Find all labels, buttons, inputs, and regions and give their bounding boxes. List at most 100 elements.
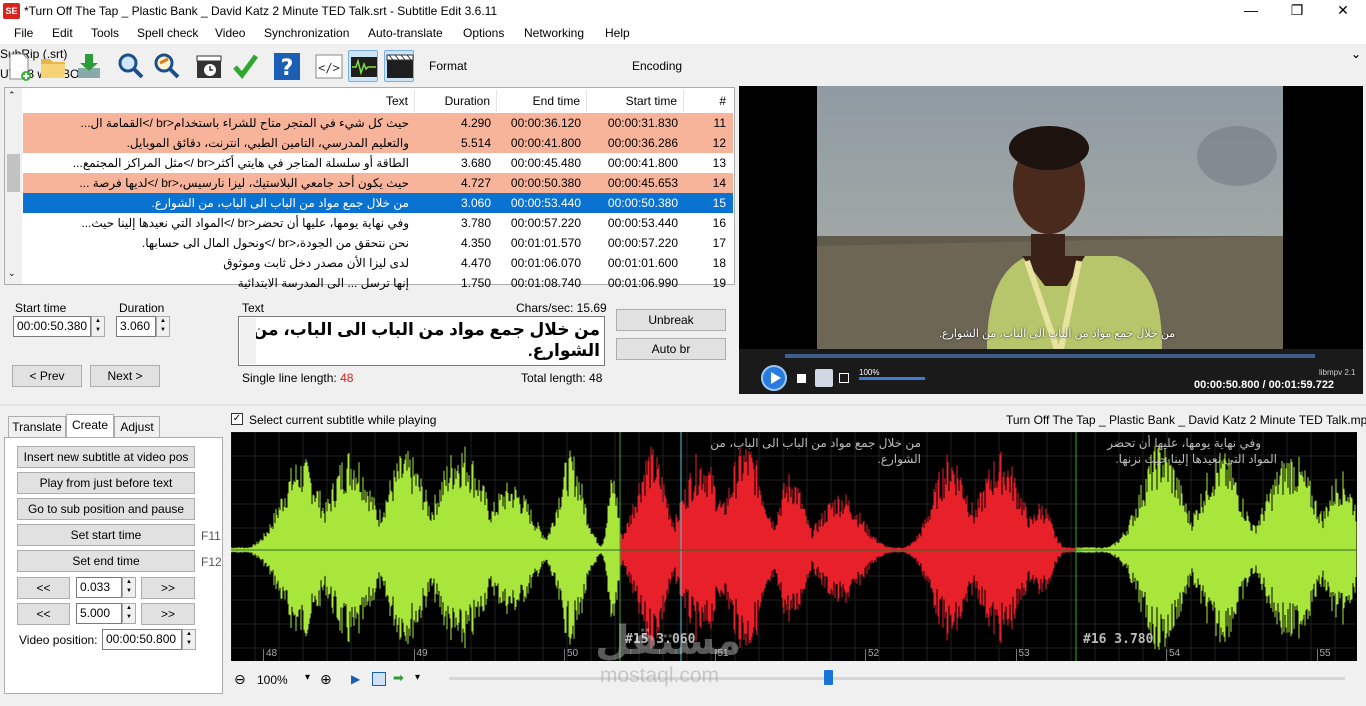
play-before-text-button[interactable]: Play from just before text	[17, 472, 195, 494]
waveform[interactable]: من خلال جمع مواد من الباب الى الباب، من …	[231, 432, 1357, 661]
step-forward-button-1[interactable]: >>	[141, 577, 195, 599]
fullscreen-icon[interactable]	[839, 373, 849, 383]
menu-file[interactable]: File	[14, 26, 33, 40]
tick-mark	[413, 649, 415, 661]
help-icon[interactable]: ?	[272, 50, 302, 82]
save-download-icon[interactable]	[74, 50, 104, 82]
start-time-spinner[interactable]: ▲ ▼	[91, 316, 105, 337]
waveform-scroll-track[interactable]	[449, 677, 1345, 680]
set-end-time-button[interactable]: Set end time	[17, 550, 195, 572]
splitter[interactable]	[0, 404, 1366, 406]
stop-icon[interactable]	[797, 374, 806, 383]
step-back-button-2[interactable]: <<	[17, 603, 70, 625]
new-file-icon[interactable]	[4, 50, 34, 82]
close-icon[interactable]: ✕	[1320, 0, 1366, 22]
scroll-thumb[interactable]	[7, 154, 20, 192]
chevron-down-icon[interactable]: ▾	[305, 672, 310, 683]
table-row[interactable]: من خلال جمع مواد من الباب الى الباب، من …	[23, 193, 733, 213]
step-field-1[interactable]: 0.033	[76, 577, 122, 598]
table-row[interactable]: حيث يكون أحد جامعي البلاستيك، ليزا نارسي…	[23, 173, 733, 193]
select-while-playing-checkbox[interactable]: ✓	[231, 413, 243, 425]
watermark-url: mostaql.com	[600, 664, 720, 687]
table-row[interactable]: لدى ليزا الأن مصدر دخل ثابت وموثوق 4.470 0…	[23, 253, 733, 273]
volume-icon[interactable]	[815, 369, 833, 387]
table-row[interactable]: الطاقة أو سلسلة المتاجر في هايتي أكثر<br…	[23, 153, 733, 173]
menu-video[interactable]: Video	[215, 26, 245, 40]
menu-edit[interactable]: Edit	[52, 26, 73, 40]
waveform-scroll-thumb[interactable]	[824, 670, 833, 685]
table-row[interactable]: والتعليم المدرسي، التامين الطبي، انترنت،…	[23, 133, 733, 153]
step-field-2[interactable]: 5.000	[76, 603, 122, 624]
zoom-in-icon[interactable]: ⊕	[320, 671, 332, 688]
spell-check-icon[interactable]	[230, 50, 260, 82]
menu-help[interactable]: Help	[605, 26, 630, 40]
cell-text: إنها ترسل ... الى المدرسة الابتدائية	[237, 276, 409, 290]
menu-synchronization[interactable]: Synchronization	[264, 26, 349, 40]
table-row[interactable]: إنها ترسل ... الى المدرسة الابتدائية 1.75…	[23, 273, 733, 293]
cell-text: نحن نتحقق من الجودة،<br />ونحول المال ال…	[141, 236, 409, 250]
column-header-end[interactable]: End time	[497, 90, 587, 112]
video-toggle-icon[interactable]	[384, 50, 414, 82]
forward-icon[interactable]: ➡	[393, 670, 404, 686]
scroll-up-icon[interactable]: ⌃	[8, 90, 16, 101]
shortcut-f12: F12	[201, 555, 222, 569]
menu-auto-translate[interactable]: Auto-translate	[368, 26, 443, 40]
video-position-field[interactable]: 00:00:50.800	[102, 629, 182, 650]
step-forward-button-2[interactable]: >>	[141, 603, 195, 625]
play-selection-icon[interactable]: ▶	[351, 672, 360, 686]
step-spinner-1[interactable]: ▲ ▼	[122, 577, 136, 598]
play-button[interactable]	[761, 365, 787, 391]
video-position-spinner[interactable]: ▲ ▼	[182, 629, 196, 650]
menu-options[interactable]: Options	[463, 26, 504, 40]
single-line-length: Single line length: 48	[242, 371, 353, 385]
table-row[interactable]: وفي نهاية يومها، عليها أن تحضر<br />المو…	[23, 213, 733, 233]
step-back-button-1[interactable]: <<	[17, 577, 70, 599]
subtitle-text-editor[interactable]: من خلال جمع مواد من الباب الى الباب، من …	[238, 316, 605, 366]
tab-adjust[interactable]: Adjust	[114, 416, 160, 438]
find-icon[interactable]	[116, 50, 146, 82]
menu-tools[interactable]: Tools	[91, 26, 119, 40]
tab-translate[interactable]: Translate	[8, 416, 66, 438]
title-bar: SE *Turn Off The Tap _ Plastic Bank _ Da…	[0, 0, 1366, 22]
prev-button[interactable]: < Prev	[12, 365, 82, 387]
source-view-icon[interactable]: </>	[314, 50, 344, 82]
video-seek-bar[interactable]	[785, 354, 1315, 358]
unbreak-button[interactable]: Unbreak	[616, 309, 726, 331]
maximize-icon[interactable]: ❐	[1274, 0, 1320, 22]
menu-spell-check[interactable]: Spell check	[137, 26, 198, 40]
duration-field[interactable]: 3.060	[116, 316, 156, 337]
grid-icon[interactable]	[372, 672, 386, 686]
open-folder-icon[interactable]	[38, 50, 68, 82]
list-scrollbar[interactable]: ⌃ ⌄	[5, 88, 22, 284]
insert-subtitle-button[interactable]: Insert new subtitle at video pos	[17, 446, 195, 468]
visual-sync-icon[interactable]	[194, 50, 224, 82]
svg-text:?: ?	[281, 56, 294, 81]
volume-slider[interactable]	[859, 377, 925, 380]
menu-networking[interactable]: Networking	[524, 26, 584, 40]
column-header-start[interactable]: Start time	[587, 90, 684, 112]
zoom-out-icon[interactable]: ⊖	[234, 671, 246, 688]
set-start-time-button[interactable]: Set start time	[17, 524, 195, 546]
go-to-sub-pause-button[interactable]: Go to sub position and pause	[17, 498, 195, 520]
start-time-field[interactable]: 00:00:50.380	[13, 316, 91, 337]
text-scrollbar[interactable]	[240, 318, 256, 364]
video-player[interactable]: من خلال جمع مواد من الباب الى الباب، من …	[739, 86, 1363, 349]
duration-spinner[interactable]: ▲ ▼	[156, 316, 170, 337]
column-header-text[interactable]: Text	[23, 90, 415, 112]
waveform-toggle-icon[interactable]	[348, 50, 378, 82]
replace-icon[interactable]	[152, 50, 182, 82]
column-header-number[interactable]: #	[684, 90, 732, 112]
step-spinner-2[interactable]: ▲ ▼	[122, 603, 136, 624]
subtitle-list[interactable]: ⌃ ⌄ Text Duration End time Start time # …	[4, 87, 735, 290]
table-row[interactable]: حيث كل شيء في المتجر متاح للشراء باستخدا…	[23, 113, 733, 133]
zoom-level[interactable]: 100%	[257, 673, 288, 687]
minimize-icon[interactable]: —	[1228, 0, 1274, 22]
next-button[interactable]: Next >	[90, 365, 160, 387]
tab-create[interactable]: Create	[66, 414, 114, 438]
tick-label: 50	[567, 648, 579, 659]
table-row[interactable]: نحن نتحقق من الجودة،<br />ونحول المال ال…	[23, 233, 733, 253]
scroll-down-icon[interactable]: ⌄	[8, 268, 16, 279]
auto-br-button[interactable]: Auto br	[616, 338, 726, 360]
column-header-duration[interactable]: Duration	[415, 90, 497, 112]
chevron-down-icon[interactable]: ▾	[415, 672, 420, 683]
